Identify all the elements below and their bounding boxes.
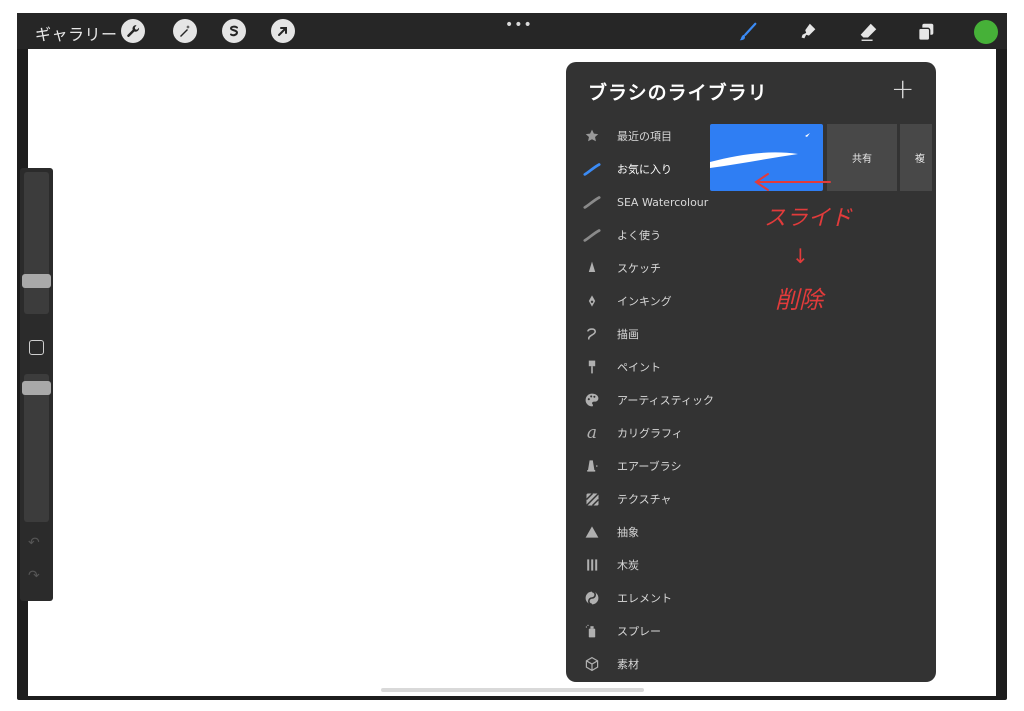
airbrush-icon (582, 456, 602, 476)
brush-size-thumb[interactable] (22, 274, 51, 288)
category-calligraphy[interactable]: a カリグラフィ (566, 419, 706, 447)
category-sketch[interactable]: スケッチ (566, 254, 706, 282)
star-icon (582, 126, 602, 146)
calligraphy-icon: a (586, 423, 598, 443)
category-frequently-used[interactable]: よく使う (566, 221, 706, 249)
category-inking[interactable]: インキング (566, 287, 706, 315)
brush-stroke-icon (582, 159, 602, 179)
element-icon (582, 588, 602, 608)
opacity-slider[interactable] (24, 374, 49, 522)
home-indicator (381, 688, 644, 692)
squiggle-icon (582, 324, 602, 344)
category-materials[interactable]: 素材 (566, 650, 706, 678)
paint-brush-icon (582, 357, 602, 377)
category-drawing[interactable]: 描画 (566, 320, 706, 348)
brush-icon[interactable] (735, 19, 761, 45)
swipe-annotation-text: スライド (764, 206, 853, 231)
selection-icon[interactable] (222, 19, 246, 43)
color-picker-button[interactable] (974, 20, 998, 44)
more-options-icon[interactable]: ••• (505, 17, 533, 33)
category-artistic[interactable]: アーティスティック (566, 386, 714, 414)
layers-icon[interactable] (913, 19, 939, 45)
top-toolbar: ギャラリー ••• (17, 13, 1007, 49)
category-sea-watercolour[interactable]: SEA Watercolour (566, 188, 708, 216)
down-arrow-annotation: ↓ (792, 244, 809, 268)
category-favorites[interactable]: お気に入り (566, 155, 706, 183)
wrench-icon[interactable] (121, 19, 145, 43)
category-spray[interactable]: スプレー (566, 617, 706, 645)
brush-stroke-icon (582, 192, 602, 212)
redo-icon[interactable]: ↷ (28, 568, 40, 584)
modify-button[interactable] (29, 340, 44, 355)
category-texture[interactable]: テクスチャ (566, 485, 706, 513)
category-airbrush[interactable]: エアーブラシ (566, 452, 706, 480)
undo-icon[interactable]: ↶ (28, 535, 40, 551)
palette-icon (582, 390, 602, 410)
add-brush-set-button[interactable]: + (891, 72, 914, 105)
texture-icon (582, 489, 602, 509)
delete-annotation-text: 削除 (775, 286, 823, 314)
cube-icon (582, 654, 602, 674)
brush-size-slider[interactable] (24, 172, 49, 314)
left-sidebar: ↶ ↷ (20, 168, 53, 601)
category-elements[interactable]: エレメント (566, 584, 706, 612)
transform-arrow-icon[interactable] (271, 19, 295, 43)
category-recent[interactable]: 最近の項目 (566, 122, 706, 150)
category-painting[interactable]: ペイント (566, 353, 706, 381)
triangle-icon (582, 522, 602, 542)
pen-nib-icon (582, 291, 602, 311)
panel-title: ブラシのライブラリ (588, 82, 768, 104)
eraser-icon[interactable] (855, 19, 881, 45)
magic-wand-icon[interactable] (173, 19, 197, 43)
brush-library-panel: ブラシのライブラリ + 最近の項目 お気に入り SEA Watercolour … (566, 62, 936, 682)
duplicate-brush-button[interactable]: 複 (900, 124, 932, 191)
smudge-icon[interactable] (795, 19, 821, 45)
brush-stroke-icon (582, 225, 602, 245)
category-charcoal[interactable]: 木炭 (566, 551, 706, 579)
category-abstract[interactable]: 抽象 (566, 518, 706, 546)
pencil-tip-icon (582, 258, 602, 278)
gallery-button[interactable]: ギャラリー (35, 21, 118, 45)
spray-icon (582, 621, 602, 641)
charcoal-icon (582, 555, 602, 575)
opacity-thumb[interactable] (22, 381, 51, 395)
